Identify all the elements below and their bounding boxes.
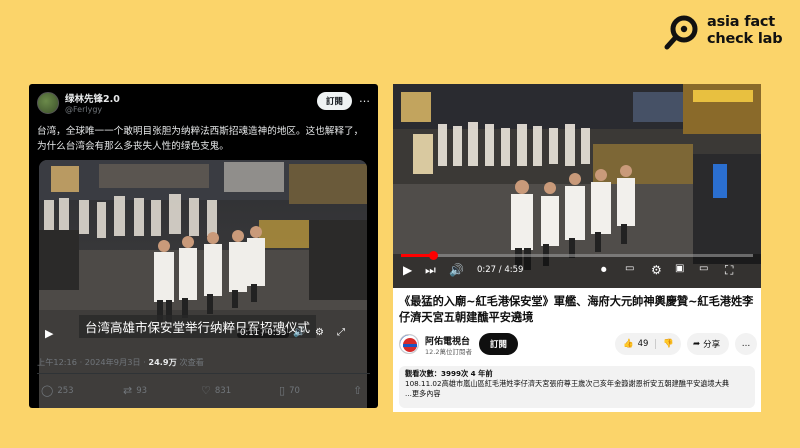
tweet-card: 绿林先锋2.0 @Ferlygy 訂閱 … 台湾，全球唯一一个敢明目张胆为纳粹法… [29, 84, 378, 408]
description-text: 108.11.02高雄市嵐山區紅毛港姓李仔濟天宮張府尊王歲次己亥年金籙謝恩祈安五… [405, 379, 730, 388]
player-controls: ▶ ⏭ 🔊 0:27 / 4:59 ⏺ ▭ ⚙ ▣ ▭ ⛶ [393, 260, 761, 282]
video-time: 0:27 / 4:59 [477, 265, 524, 275]
share-label: 分享 [703, 340, 721, 350]
fullscreen-icon[interactable]: ⛶ [725, 263, 733, 278]
share-button[interactable]: ➦ 分享 [687, 333, 729, 355]
bookmark-count: 70 [289, 385, 300, 396]
more-options-icon[interactable]: … [359, 92, 370, 105]
tweet-video-player[interactable]: 台湾高雄市保安堂举行纳粹日军招魂仪式 ▶ 0:11 / 0:55 🔊 ⚙ ⤢ [39, 160, 367, 408]
progress-bar[interactable] [401, 251, 753, 260]
tweet-actions: ◯ 253 ⇄ 93 ♡ 831 ▯ 70 ⇧ [37, 384, 370, 400]
reply-button[interactable]: ◯ 253 [41, 384, 74, 397]
share-icon: ➦ [693, 339, 701, 349]
repost-count: 93 [136, 385, 148, 396]
fullscreen-icon[interactable]: ⤢ [337, 327, 345, 338]
tweet-text: 台湾，全球唯一一个敢明目张胆为纳粹法西斯招魂造神的地区。这也解释了，为什么台湾会… [37, 126, 364, 152]
user-handle[interactable]: @Ferlygy [65, 105, 102, 114]
play-icon[interactable]: ▶ [45, 327, 53, 340]
video-title: 《最猛的入廟~紅毛港保安堂》軍艦、海府大元帥神輿慶贊~紅毛港姓李仔濟天宮五朝建醮… [399, 295, 754, 324]
like-button[interactable]: ♡ 831 [201, 384, 231, 397]
video-frame-image [393, 84, 761, 288]
thumbs-up-icon: 👍 [623, 339, 634, 349]
next-icon[interactable]: ⏭ [425, 263, 436, 278]
volume-icon[interactable]: 🔊 [449, 263, 464, 277]
repost-button[interactable]: ⇄ 93 [123, 384, 147, 397]
view-count: 24.9万 [148, 357, 177, 367]
captions-icon[interactable]: ▭ [625, 263, 634, 274]
repost-icon: ⇄ [123, 384, 133, 397]
thumbs-down-icon[interactable]: 👎 [656, 339, 674, 349]
channel-subscriber-count: 12.2萬位訂閱者 [425, 348, 472, 356]
magnifier-logo-icon [664, 15, 698, 50]
settings-icon[interactable]: ⚙ [315, 327, 324, 338]
show-more-link[interactable]: ...更多內容 [405, 389, 749, 399]
logo-text: asia fact check lab [707, 14, 783, 47]
tweet-meta: 上午12:16 · 2024年9月3日 · 24.9万 次查看 [37, 356, 204, 368]
share-icon: ⇧ [353, 384, 363, 397]
divider [37, 373, 370, 374]
reply-count: 253 [57, 385, 74, 396]
like-count: 49 [637, 339, 649, 349]
progress-scrubber[interactable] [428, 251, 438, 260]
tweet-timestamp[interactable]: 上午12:16 · 2024年9月3日 · [37, 357, 148, 367]
channel-avatar[interactable] [399, 334, 419, 354]
more-icon: … [741, 339, 751, 349]
avatar[interactable] [37, 92, 59, 114]
channel-logo-icon [400, 335, 418, 353]
progress-fill [401, 254, 433, 257]
heart-icon: ♡ [201, 384, 211, 397]
youtube-video-player[interactable]: ▶ ⏭ 🔊 0:27 / 4:59 ⏺ ▭ ⚙ ▣ ▭ ⛶ [393, 84, 761, 288]
asia-fact-check-lab-logo: asia fact check lab [663, 12, 788, 54]
bookmark-button[interactable]: ▯ 70 [279, 384, 300, 397]
video-frame-image [39, 160, 367, 408]
share-button[interactable]: ⇧ [353, 384, 362, 397]
autoplay-toggle-icon[interactable]: ⏺ [601, 263, 607, 277]
like-dislike-group: 👍 49 👎 [615, 333, 681, 355]
views-and-date: 觀看次數：3999次 4 年前 [405, 369, 493, 378]
description-box[interactable]: 觀看次數：3999次 4 年前 108.11.02高雄市嵐山區紅毛港姓李仔濟天宮… [399, 366, 755, 408]
like-button[interactable]: 👍 49 [615, 339, 657, 349]
bookmark-icon: ▯ [279, 384, 286, 397]
view-count-label: 次查看 [176, 357, 204, 367]
youtube-card: ▶ ⏭ 🔊 0:27 / 4:59 ⏺ ▭ ⚙ ▣ ▭ ⛶ 《最猛的入廟~紅毛港… [393, 84, 761, 412]
settings-icon[interactable]: ⚙ [651, 263, 662, 277]
video-controls: ▶ 0:11 / 0:55 🔊 ⚙ ⤢ [39, 322, 367, 346]
reply-icon: ◯ [41, 384, 54, 397]
like-count: 831 [214, 385, 232, 396]
play-icon[interactable]: ▶ [403, 263, 412, 277]
miniplayer-icon[interactable]: ▣ [675, 263, 684, 274]
theater-mode-icon[interactable]: ▭ [699, 263, 708, 274]
volume-icon[interactable]: 🔊 [293, 327, 305, 338]
subscribe-button[interactable]: 訂閱 [479, 333, 519, 355]
display-name[interactable]: 绿林先锋2.0 [65, 91, 120, 105]
video-time: 0:11 / 0:55 [237, 328, 290, 338]
subscribe-button[interactable]: 訂閱 [316, 92, 352, 110]
more-actions-button[interactable]: … [735, 333, 757, 355]
